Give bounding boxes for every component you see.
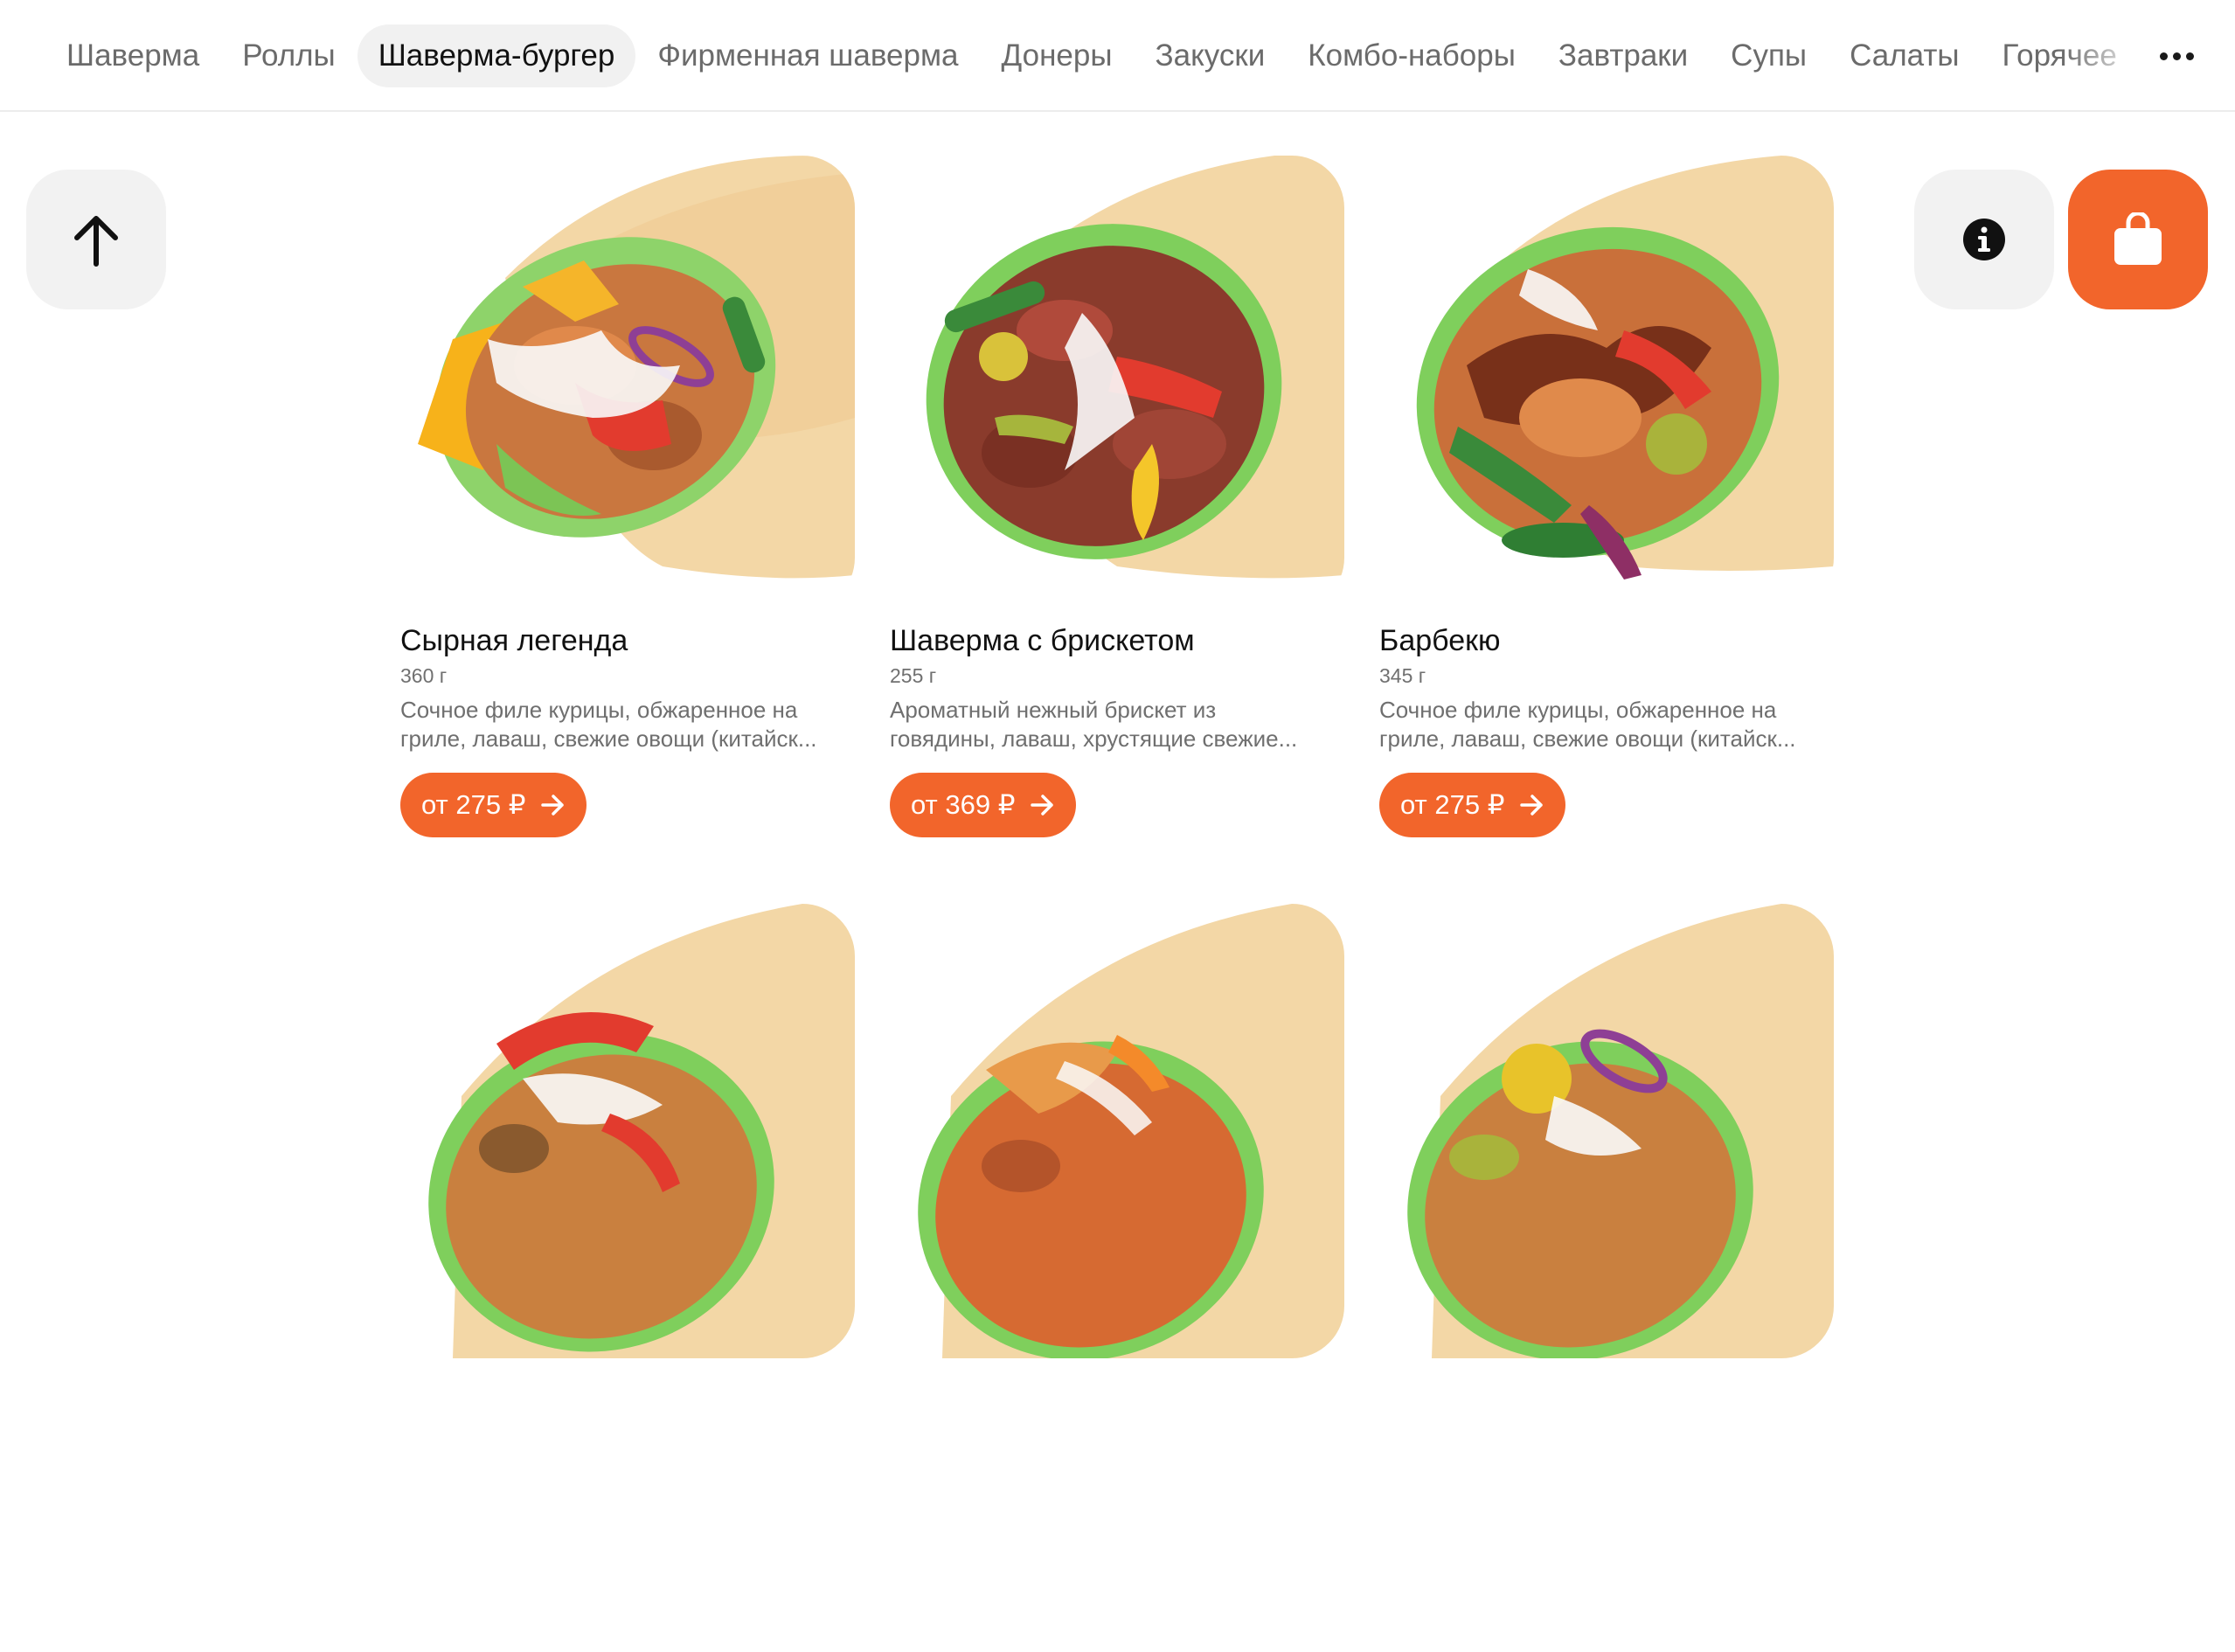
product-name: Барбекю [1379,624,1501,657]
product-card[interactable] [400,904,855,1652]
product-card[interactable]: Барбекю 345 г Сочное филе курицы, обжаре… [1379,156,1834,904]
price-label: от 275 ₽ [1400,789,1505,820]
product-description-line: гриле, лаваш, свежие овощи (китайск... [400,725,817,752]
product-image[interactable] [890,156,1344,610]
product-description: Ароматный нежный брискет из говядины, ла… [890,696,1344,753]
category-tab-soups[interactable]: Супы [1710,24,1828,87]
product-image[interactable] [400,904,855,1358]
arrow-up-icon [74,216,118,267]
arrow-right-icon [1031,795,1054,816]
category-tab-rolls[interactable]: Роллы [221,24,357,87]
category-list[interactable]: Шаверма Роллы Шаверма-бургер Фирменная ш… [45,24,2143,87]
info-icon [1963,219,2005,260]
product-image[interactable] [400,156,855,610]
category-tab-snacks[interactable]: Закуски [1135,24,1287,87]
product-image[interactable] [1379,156,1834,610]
more-dots-icon[interactable] [2152,35,2201,77]
product-card[interactable]: Шаверма с брискетом 255 г Ароматный нежн… [890,156,1344,904]
product-description-line: Сочное филе курицы, обжаренное на [1379,697,1777,723]
product-card[interactable]: Сырная легенда 360 г Сочное филе курицы,… [400,156,855,904]
category-tab-breakfast[interactable]: Завтраки [1537,24,1709,87]
shopping-bag-icon [2114,212,2162,265]
product-description-line: Ароматный нежный брискет из [890,697,1217,723]
price-button[interactable]: от 275 ₽ [1379,773,1566,837]
arrow-right-icon [1520,795,1544,816]
category-tab-hot[interactable]: Горячее [1982,24,2138,87]
price-label: от 275 ₽ [421,789,526,820]
info-button[interactable] [1914,170,2054,309]
product-weight: 360 г [400,664,448,687]
product-name: Шаверма с брискетом [890,624,1195,657]
category-tab-shawarma[interactable]: Шаверма [45,24,220,87]
arrow-right-icon [541,795,565,816]
product-name: Сырная легенда [400,624,628,657]
price-button[interactable]: от 369 ₽ [890,773,1077,837]
category-tab-shawarma-burger[interactable]: Шаверма-бургер [357,24,636,87]
category-tab-combo[interactable]: Комбо-наборы [1287,24,1537,87]
scroll-to-top-button[interactable] [26,170,166,309]
product-card[interactable] [890,904,1344,1652]
product-weight: 345 г [1379,664,1426,687]
category-tab-salads[interactable]: Салаты [1829,24,1980,87]
category-tab-doners[interactable]: Донеры [981,24,1134,87]
product-image[interactable] [890,904,1344,1358]
product-grid: Сырная легенда 360 г Сочное филе курицы,… [400,156,1834,1652]
product-image[interactable] [1379,904,1834,1358]
product-card[interactable] [1379,904,1834,1652]
product-weight: 255 г [890,664,937,687]
product-description-line: Сочное филе курицы, обжаренное на [400,697,798,723]
price-label: от 369 ₽ [911,789,1016,820]
product-description-line: говядины, лаваш, хрустящие свежие... [890,725,1298,752]
product-description-line: гриле, лаваш, свежие овощи (китайск... [1379,725,1796,752]
cart-button[interactable] [2068,170,2208,309]
category-tab-signature-shawarma[interactable]: Фирменная шаверма [636,24,979,87]
price-button[interactable]: от 275 ₽ [400,773,587,837]
product-description: Сочное филе курицы, обжаренное на гриле,… [400,696,855,753]
category-nav: Шаверма Роллы Шаверма-бургер Фирменная ш… [0,0,2235,112]
product-description: Сочное филе курицы, обжаренное на гриле,… [1379,696,1834,753]
